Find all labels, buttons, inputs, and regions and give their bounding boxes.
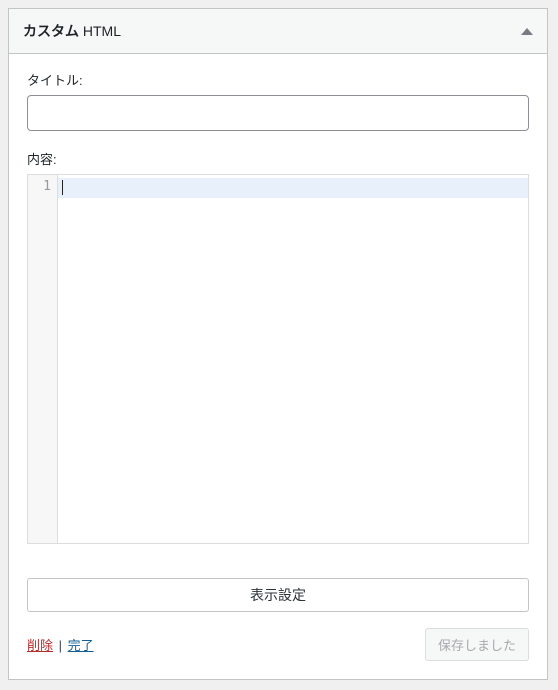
- title-field-block: タイトル:: [27, 70, 529, 131]
- title-input[interactable]: [27, 95, 529, 131]
- line-number: 1: [28, 179, 51, 194]
- content-field-block: 内容: 1: [27, 149, 529, 544]
- text-cursor: [62, 180, 63, 195]
- separator: |: [55, 638, 66, 653]
- title-label: タイトル:: [27, 70, 529, 89]
- delete-link[interactable]: 削除: [27, 638, 53, 653]
- content-code-editor[interactable]: 1: [27, 174, 529, 544]
- code-gutter: 1: [28, 175, 58, 543]
- content-label: 内容:: [27, 149, 529, 168]
- saved-button: 保存しました: [425, 628, 529, 661]
- display-settings-button[interactable]: 表示設定: [27, 578, 529, 612]
- widget-footer: 削除 | 完了 保存しました: [27, 628, 529, 661]
- widget-container: カスタム HTML タイトル: 内容: 1 表示設定: [8, 8, 548, 680]
- widget-title-thin: HTML: [79, 23, 121, 39]
- code-area[interactable]: [58, 175, 528, 543]
- done-link[interactable]: 完了: [68, 638, 94, 653]
- widget-header[interactable]: カスタム HTML: [9, 9, 547, 54]
- active-code-line: [58, 178, 528, 198]
- collapse-icon[interactable]: [521, 28, 533, 35]
- widget-title: カスタム HTML: [23, 21, 121, 41]
- widget-title-bold: カスタム: [23, 23, 79, 39]
- widget-body: タイトル: 内容: 1 表示設定 削除 | 完了 保存しました: [9, 54, 547, 679]
- footer-links: 削除 | 完了: [27, 635, 94, 654]
